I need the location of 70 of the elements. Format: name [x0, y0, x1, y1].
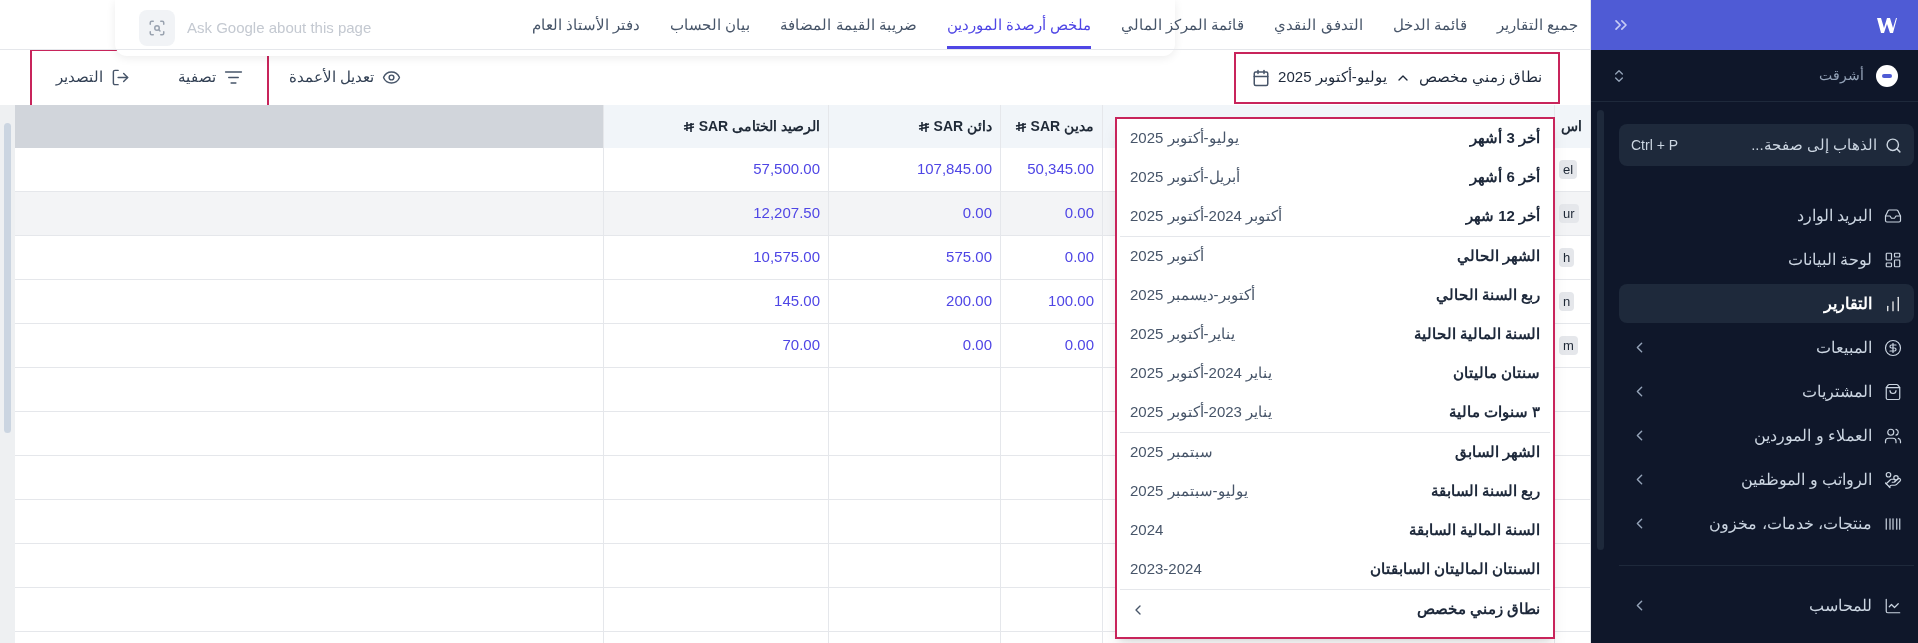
name-tag: m [1559, 335, 1578, 356]
sidebar-item[interactable]: الرواتب و الموظفين [1619, 460, 1914, 499]
dashboard-icon [1884, 250, 1902, 269]
ask-field[interactable]: Ask Google about this page [187, 16, 377, 40]
table-cell-text: 107,845.00 [916, 159, 992, 180]
sidebar-item[interactable]: المشتريات [1619, 372, 1914, 411]
column-header: مدين SAR [1000, 105, 1102, 148]
report-tab[interactable]: قائمة المركز المالي [1121, 5, 1245, 49]
menu-item[interactable]: الشهر الحالي أكتوبر 2025 [1120, 237, 1550, 276]
toolbar-button[interactable]: التصدير [44, 62, 142, 93]
sidebar-item[interactable]: للمحاسب [1619, 586, 1914, 625]
column-header: دائن SAR [828, 105, 1000, 148]
account-name: أشرقت [1819, 65, 1864, 86]
report-tab[interactable]: دفتر الأستاذ العام [531, 5, 641, 49]
table-cell-text: 145.00 [774, 291, 820, 312]
lens-icon[interactable] [139, 10, 175, 46]
sidebar-item[interactable]: التقارير [1619, 284, 1914, 323]
table-cell-text: 50,345.00 [1027, 159, 1094, 180]
name-tag: h [1559, 247, 1575, 268]
report-tab[interactable]: بيان الحساب [670, 5, 751, 49]
table-cell-text: 12,207.50 [753, 203, 820, 224]
name-tag: el [1559, 159, 1578, 180]
coins-icon [1884, 470, 1902, 489]
calendar-icon [1252, 68, 1271, 87]
sidebar-item[interactable]: المبيعات [1619, 328, 1914, 367]
inbox-icon [1884, 206, 1902, 225]
table-cell-text: 0.00 [962, 335, 992, 356]
report-tab[interactable]: ملخص أرصدة الموردين [946, 5, 1092, 49]
column-header: الرصيد الختامى SAR [603, 105, 828, 148]
sidebar-item[interactable]: العملاء و الموردين [1619, 416, 1914, 455]
toolbar-button[interactable]: تصفية [166, 62, 255, 93]
sidebar-item[interactable]: البريد الوارد [1619, 196, 1914, 235]
report-tab[interactable]: التدفق النقدي [1274, 5, 1363, 49]
date-range-button[interactable]: نطاق زمني مخصص يوليو-أكتوبر 2025 [1234, 51, 1560, 104]
menu-item[interactable]: ربع السنة السابقة يوليو-سبتمبر 2025 [1120, 472, 1550, 511]
scrollbar[interactable] [4, 123, 11, 433]
sidebar-item[interactable]: لوحة البيانات [1619, 240, 1914, 279]
table-cell-text: 0.00 [1064, 203, 1094, 224]
dollar-icon [1884, 338, 1902, 357]
bar-chart-icon [1884, 294, 1902, 313]
report-tab[interactable]: ضريبة القيمة المضافة [780, 5, 917, 49]
export-icon [111, 68, 130, 87]
name-tag: ur [1559, 203, 1579, 224]
table-cell-text: 200.00 [946, 291, 992, 312]
avatar [1876, 64, 1898, 87]
line-chart-icon [1884, 596, 1902, 615]
menu-item[interactable]: أخر 12 شهر أكتوبر 2024-أكتوبر 2025 [1120, 197, 1550, 236]
bag-icon [1884, 382, 1902, 401]
logo-icon [1876, 16, 1898, 34]
users-icon [1884, 426, 1902, 445]
column-header: اس [1554, 105, 1590, 148]
shortcut-hint: Ctrl + P [1631, 135, 1679, 155]
toolbar-button[interactable]: تعديل الأعمدة [277, 62, 414, 93]
table-cell-text: 70.00 [782, 335, 820, 356]
sidebar-item[interactable]: منتجات، خدمات، مخزون [1619, 504, 1914, 543]
filter-icon [224, 68, 243, 87]
table-cell-text: 575.00 [946, 247, 992, 268]
name-tag: n [1559, 291, 1575, 312]
table-cell-text: 0.00 [1064, 247, 1094, 268]
table-cell-text: 100.00 [1048, 291, 1094, 312]
report-tab[interactable]: جميع التقارير [1496, 5, 1578, 49]
table-cell-text: 0.00 [962, 203, 992, 224]
table-cell-text: 0.00 [1064, 335, 1094, 356]
eye-icon [382, 68, 402, 87]
search-icon [1885, 136, 1902, 154]
table-cell-text: 57,500.00 [753, 159, 820, 180]
table-cell-text: 10,575.00 [753, 247, 820, 268]
report-tab[interactable]: قائمة الدخل [1392, 5, 1467, 49]
menu-item[interactable]: ٣ سنوات مالية يناير 2023-أكتوبر 2025 [1120, 393, 1550, 432]
menu-item[interactable]: الشهر السابق سبتمبر 2025 [1120, 433, 1550, 472]
